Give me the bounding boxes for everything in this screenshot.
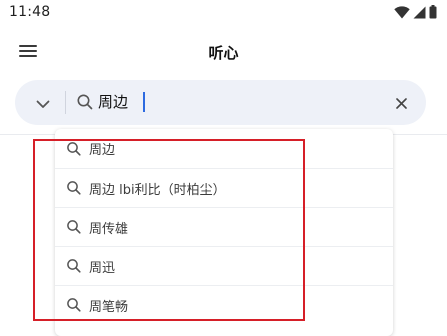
search-icon <box>66 141 82 157</box>
battery-icon <box>429 5 437 19</box>
suggestion-label: 周边 lbi利比（时柏尘） <box>89 182 226 198</box>
clear-button[interactable] <box>391 93 411 113</box>
suggestion-item[interactable]: 周边 <box>55 129 393 168</box>
suggestion-item[interactable]: 周边 lbi利比（时柏尘） <box>55 168 393 207</box>
search-icon <box>66 297 82 313</box>
status-bar: 11:48 <box>0 0 447 26</box>
status-time: 11:48 <box>9 4 51 20</box>
suggestion-label: 周笔畅 <box>89 299 129 315</box>
suggestion-item[interactable]: 周笔畅 <box>55 285 393 324</box>
signal-icon <box>413 6 426 19</box>
suggestion-label: 周迅 <box>89 260 116 276</box>
suggestion-list: 周边 周边 lbi利比（时柏尘） 周传雄 周迅 周笔畅 <box>55 129 393 336</box>
search-divider <box>65 91 66 114</box>
status-icons <box>394 5 437 19</box>
app-title: 听心 <box>208 44 239 62</box>
search-icon <box>76 93 94 111</box>
screen: 11:48 听心 周边 周边 周边 lbi利比（时柏尘） 周传雄 周迅 周笔畅 <box>0 0 447 336</box>
search-bar <box>15 80 426 125</box>
chevron-down-icon <box>36 94 50 113</box>
search-input[interactable] <box>98 89 388 115</box>
suggestion-item[interactable]: 周传雄 <box>55 207 393 246</box>
app-bar: 听心 <box>0 30 447 74</box>
dropdown-button[interactable] <box>32 92 54 114</box>
text-caret <box>143 92 145 112</box>
wifi-icon <box>394 5 410 19</box>
search-icon <box>66 219 82 235</box>
suggestion-label: 周边 <box>89 143 116 158</box>
close-icon <box>395 94 407 113</box>
suggestion-item[interactable]: 周迅 <box>55 246 393 285</box>
suggestion-label: 周传雄 <box>89 221 129 237</box>
search-icon <box>66 180 82 196</box>
search-icon <box>66 258 82 274</box>
